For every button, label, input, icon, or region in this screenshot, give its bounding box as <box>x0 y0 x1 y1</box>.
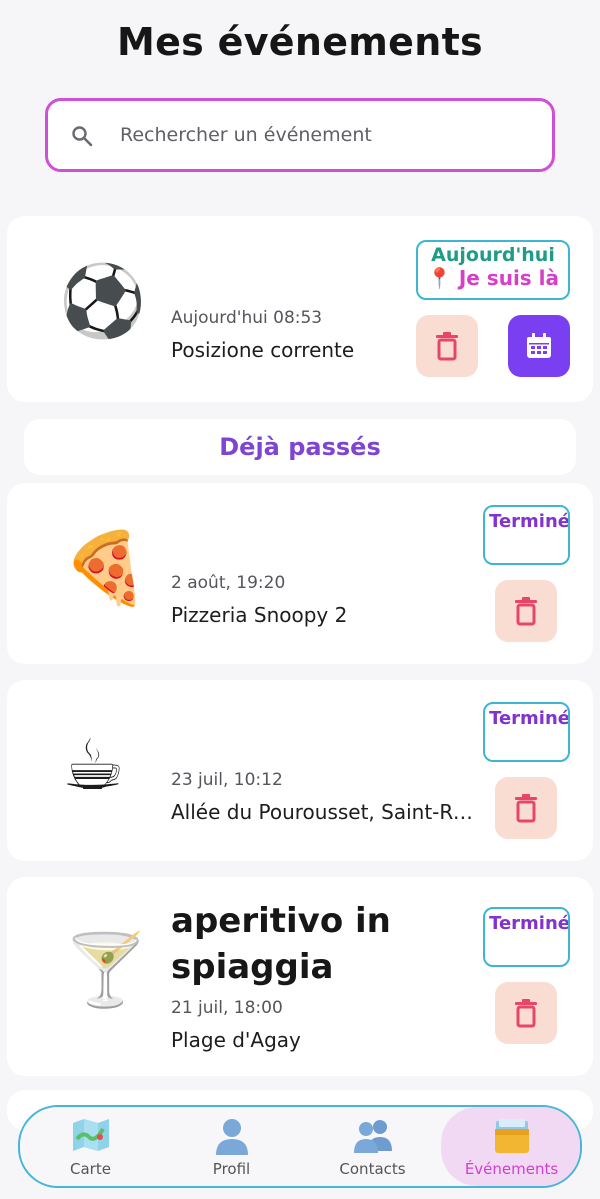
event-time: 23 juil, 10:12 <box>171 770 283 790</box>
status-badge-done: Terminé <box>483 907 570 967</box>
events-screen: Mes événements ⚽ Aujourd'hui 08:53 Posiz… <box>0 0 600 1199</box>
nav-item-carte[interactable]: Carte <box>20 1107 161 1186</box>
calendar-button[interactable] <box>508 315 570 377</box>
nav-label: Contacts <box>339 1160 406 1178</box>
status-badge-done: Terminé <box>483 505 570 565</box>
person-icon <box>215 1119 248 1155</box>
search-bar[interactable] <box>45 98 555 172</box>
section-past-title: Déjà passés <box>24 419 576 475</box>
delete-button[interactable] <box>495 777 557 839</box>
status-label: Terminé <box>489 708 570 729</box>
card-box-icon <box>494 1119 529 1153</box>
badge-here-label: 📍 Je suis là <box>426 266 560 290</box>
delete-button[interactable] <box>416 315 478 377</box>
event-place: Pizzeria Snoopy 2 <box>171 603 348 627</box>
event-card-current[interactable]: ⚽ Aujourd'hui 08:53 Posizione corrente A… <box>7 216 593 402</box>
nav-label: Carte <box>70 1160 111 1178</box>
soccer-ball-icon: ⚽ <box>59 260 147 342</box>
nav-item-contacts[interactable]: Contacts <box>302 1107 443 1186</box>
trash-icon <box>515 999 537 1028</box>
delete-button[interactable] <box>495 982 557 1044</box>
nav-label: Événements <box>464 1160 559 1178</box>
delete-button[interactable] <box>495 580 557 642</box>
people-icon <box>353 1120 392 1153</box>
nav-item-evenements[interactable]: Événements <box>441 1107 580 1186</box>
event-time: Aujourd'hui 08:53 <box>171 308 323 328</box>
cocktail-glass-icon: 🍸 <box>62 929 150 1011</box>
event-time: 2 août, 19:20 <box>171 573 286 593</box>
search-icon <box>72 126 93 147</box>
trash-icon <box>436 332 458 361</box>
event-card[interactable]: ☕ 23 juil, 10:12 Allée du Pourousset, Sa… <box>7 680 593 861</box>
bottom-nav: Carte Profil Contacts Événements <box>18 1105 582 1188</box>
event-place: Plage d'Agay <box>171 1028 301 1052</box>
pizza-icon: 🍕 <box>62 527 150 609</box>
event-name: aperitivo in spiaggia <box>171 901 391 987</box>
status-badge-done: Terminé <box>483 702 570 762</box>
badge-today-label: Aujourd'hui <box>431 244 555 266</box>
trash-icon <box>515 794 537 823</box>
calendar-icon <box>527 333 551 358</box>
event-place: Allée du Pourousset, Saint-Raphaël <box>171 800 477 824</box>
nav-label: Profil <box>212 1160 251 1178</box>
search-input[interactable] <box>120 119 540 151</box>
page-title: Mes événements <box>117 20 483 64</box>
event-time: 21 juil, 18:00 <box>171 998 283 1018</box>
nav-item-profil[interactable]: Profil <box>161 1107 302 1186</box>
coffee-cup-icon: ☕ <box>62 724 125 806</box>
event-card[interactable]: 🍸 aperitivo in spiaggia 21 juil, 18:00 P… <box>7 877 593 1076</box>
status-label: Terminé <box>489 511 570 532</box>
trash-icon <box>515 597 537 626</box>
status-label: Terminé <box>489 913 570 934</box>
event-card[interactable]: 🍕 2 août, 19:20 Pizzeria Snoopy 2 Termin… <box>7 483 593 664</box>
map-icon <box>72 1119 109 1151</box>
status-badge-today: Aujourd'hui 📍 Je suis là <box>416 240 570 300</box>
